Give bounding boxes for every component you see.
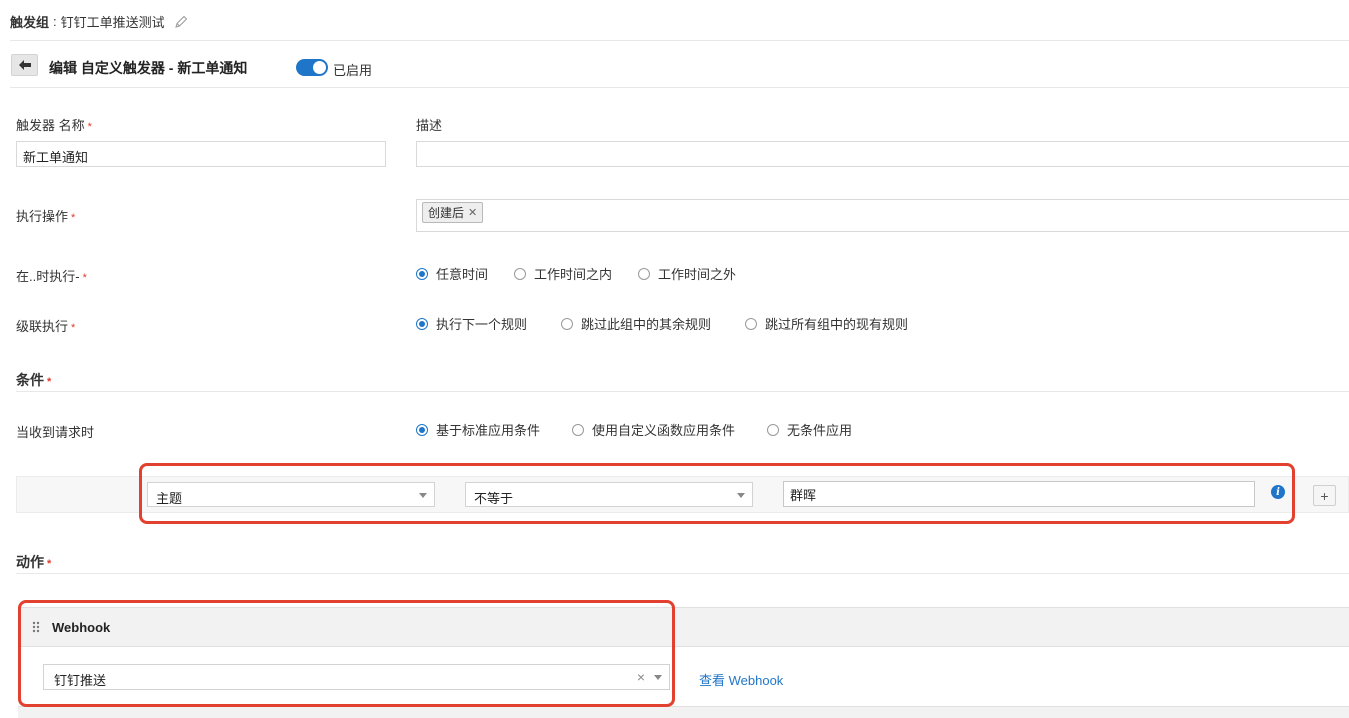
cascade-option-next[interactable]: 执行下一个规则 bbox=[416, 314, 527, 333]
view-webhook-link[interactable]: 查看 Webhook bbox=[699, 670, 783, 689]
pencil-icon[interactable] bbox=[173, 14, 189, 30]
desc-input[interactable] bbox=[416, 141, 1349, 167]
when-radio-group: 任意时间 工作时间之内 工作时间之外 bbox=[416, 264, 762, 283]
radio-icon[interactable] bbox=[416, 317, 428, 330]
when-label: 在..时执行- * bbox=[16, 266, 87, 285]
actions-title-text: 动作 bbox=[16, 554, 44, 570]
option-label: 工作时间之内 bbox=[534, 267, 613, 282]
cascade-option-skip-all[interactable]: 跳过所有组中的现有规则 bbox=[745, 314, 908, 333]
required-mark: * bbox=[71, 212, 76, 224]
breadcrumb: 触发组 : 钉钉工单推送测试 bbox=[10, 12, 189, 31]
when-label-text: 在..时执行- bbox=[16, 269, 80, 284]
option-label: 基于标准应用条件 bbox=[436, 423, 541, 438]
required-mark: * bbox=[82, 272, 87, 284]
when-option-anytime[interactable]: 任意时间 bbox=[416, 264, 488, 283]
option-label: 使用自定义函数应用条件 bbox=[592, 423, 736, 438]
radio-icon[interactable] bbox=[514, 267, 527, 280]
enabled-toggle-label: 已启用 bbox=[333, 63, 373, 78]
conditions-title: 条件 * bbox=[16, 370, 51, 390]
name-input[interactable]: 新工单通知 bbox=[16, 141, 386, 167]
required-mark: * bbox=[47, 376, 52, 388]
when-option-outside-hours[interactable]: 工作时间之外 bbox=[638, 264, 736, 283]
arrow-left-icon bbox=[18, 60, 31, 70]
action-label: 执行操作 * bbox=[16, 206, 75, 225]
request-label: 当收到请求时 bbox=[16, 425, 95, 440]
back-button[interactable] bbox=[11, 54, 38, 76]
option-label: 执行下一个规则 bbox=[436, 317, 528, 332]
add-condition-button[interactable]: + bbox=[1313, 485, 1336, 506]
webhook-highlight-box bbox=[18, 600, 675, 707]
cascade-label-text: 级联执行 bbox=[16, 319, 69, 334]
action-tag-label: 创建后 bbox=[428, 206, 465, 220]
action-multiselect[interactable] bbox=[416, 199, 1349, 232]
mode-option-unconditional[interactable]: 无条件应用 bbox=[767, 420, 852, 439]
required-mark: * bbox=[47, 558, 52, 570]
radio-icon[interactable] bbox=[572, 423, 585, 436]
radio-icon[interactable] bbox=[638, 267, 651, 280]
title-divider bbox=[10, 87, 1349, 88]
group-separator: : bbox=[53, 14, 57, 29]
option-label: 任意时间 bbox=[436, 267, 489, 282]
option-label: 工作时间之外 bbox=[658, 267, 737, 282]
condition-highlight-box bbox=[139, 463, 1295, 524]
actions-divider bbox=[16, 573, 1349, 574]
radio-icon[interactable] bbox=[767, 423, 780, 436]
conditions-divider bbox=[16, 391, 1349, 392]
cascade-label: 级联执行 * bbox=[16, 316, 75, 335]
option-label: 无条件应用 bbox=[787, 423, 853, 438]
required-mark: * bbox=[87, 121, 92, 133]
top-divider bbox=[10, 40, 1349, 41]
radio-icon[interactable] bbox=[416, 423, 428, 436]
option-label: 跳过此组中的其余规则 bbox=[581, 317, 712, 332]
radio-icon[interactable] bbox=[416, 267, 428, 280]
group-name: 钉钉工单推送测试 bbox=[60, 15, 165, 30]
required-mark: * bbox=[71, 322, 76, 334]
action-label-text: 执行操作 bbox=[16, 209, 69, 224]
webhook-panel-footer bbox=[18, 706, 1349, 718]
name-label: 触发器 名称 * bbox=[16, 115, 92, 134]
name-label-text: 触发器 名称 bbox=[16, 118, 85, 133]
condition-mode-radio-group: 基于标准应用条件 使用自定义函数应用条件 无条件应用 bbox=[416, 420, 878, 439]
page-title: 编辑 自定义触发器 - 新工单通知 bbox=[49, 60, 248, 76]
desc-label: 描述 bbox=[416, 118, 443, 133]
cascade-radio-group: 执行下一个规则 跳过此组中的其余规则 跳过所有组中的现有规则 bbox=[416, 314, 934, 333]
cascade-option-skip-group[interactable]: 跳过此组中的其余规则 bbox=[561, 314, 711, 333]
mode-option-custom-function[interactable]: 使用自定义函数应用条件 bbox=[572, 420, 735, 439]
when-option-business-hours[interactable]: 工作时间之内 bbox=[514, 264, 612, 283]
conditions-title-text: 条件 bbox=[16, 372, 44, 388]
option-label: 跳过所有组中的现有规则 bbox=[765, 317, 909, 332]
radio-icon[interactable] bbox=[745, 317, 758, 330]
enabled-toggle[interactable] bbox=[296, 59, 328, 76]
actions-title: 动作 * bbox=[16, 552, 51, 572]
remove-tag-icon[interactable]: ✕ bbox=[468, 206, 477, 219]
radio-icon[interactable] bbox=[561, 317, 574, 330]
mode-option-standard[interactable]: 基于标准应用条件 bbox=[416, 420, 540, 439]
action-tag[interactable]: 创建后 ✕ bbox=[422, 202, 484, 223]
group-label: 触发组 bbox=[10, 15, 50, 30]
